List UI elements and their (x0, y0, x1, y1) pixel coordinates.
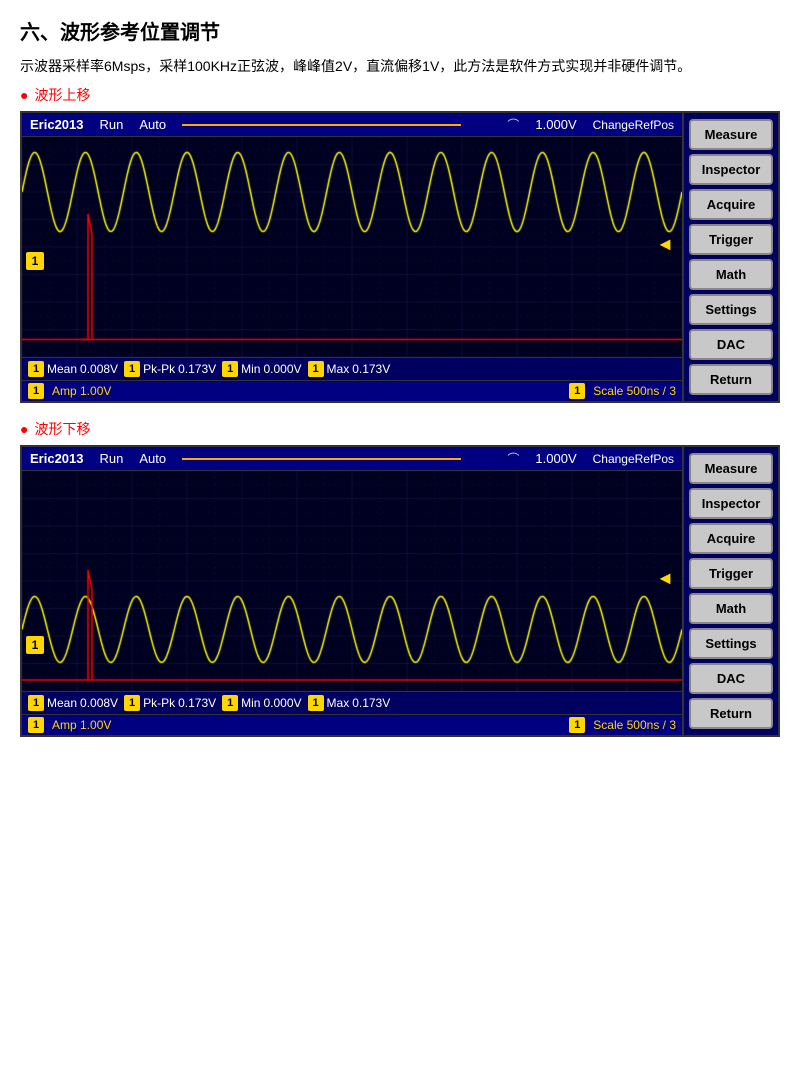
oscilloscope-1: Eric2013 Run Auto ⌒ 1.000V ChangeRefPos … (20, 111, 780, 403)
osc2-btn-return[interactable]: Return (689, 698, 773, 729)
osc2-btn-inspector[interactable]: Inspector (689, 488, 773, 519)
osc2-trigger-symbol: ⌒ (507, 450, 519, 467)
osc1-screen: 1 ◄ (22, 137, 682, 357)
osc1-footer: 1 Amp 1.00V 1 Scale 500ns / 3 (22, 380, 682, 401)
osc2-footer: 1 Amp 1.00V 1 Scale 500ns / 3 (22, 714, 682, 735)
osc2-left: Eric2013 Run Auto ⌒ 1.000V ChangeRefPos … (22, 447, 682, 735)
osc2-stat-pkpk: 1 Pk-Pk 0.173V (124, 695, 216, 711)
osc2-btn-dac[interactable]: DAC (689, 663, 773, 694)
osc1-arrow-right: ◄ (656, 234, 674, 255)
osc1-left: Eric2013 Run Auto ⌒ 1.000V ChangeRefPos … (22, 113, 682, 401)
osc2-header: Eric2013 Run Auto ⌒ 1.000V ChangeRefPos (22, 447, 682, 471)
osc1-stat-mean: 1 Mean 0.008V (28, 361, 118, 377)
page-description: 示波器采样率6Msps，采样100KHz正弦波，峰峰值2V，直流偏移1V，此方法… (20, 55, 780, 77)
osc1-trigger-arrow (182, 119, 491, 131)
osc2-screen: 1 ◄ (22, 471, 682, 691)
osc2-trigger-bar (182, 458, 461, 460)
osc2-stat-min: 1 Min 0.000V (222, 695, 301, 711)
osc2-trigger-arrow (182, 453, 491, 465)
section-label-1: 波形上移 (20, 85, 780, 105)
osc2-footer-right: Scale 500ns / 3 (593, 718, 676, 732)
osc1-run: Run (100, 117, 124, 132)
osc2-channel-marker: 1 (26, 636, 44, 654)
osc2-footer-left: Amp 1.00V (52, 718, 111, 732)
osc2-buttons: Measure Inspector Acquire Trigger Math S… (682, 447, 778, 735)
osc2-run: Run (100, 451, 124, 466)
osc2-arrow-right: ◄ (656, 568, 674, 589)
section-label-2: 波形下移 (20, 419, 780, 439)
osc1-btn-settings[interactable]: Settings (689, 294, 773, 325)
osc2-auto: Auto (139, 451, 166, 466)
osc2-btn-measure[interactable]: Measure (689, 453, 773, 484)
osc1-btn-measure[interactable]: Measure (689, 119, 773, 150)
osc1-stats-bar: 1 Mean 0.008V 1 Pk-Pk 0.173V 1 Min 0.000… (22, 357, 682, 380)
osc1-auto: Auto (139, 117, 166, 132)
osc1-trigger-symbol: ⌒ (507, 116, 519, 133)
osc1-stat-min: 1 Min 0.000V (222, 361, 301, 377)
osc1-btn-math[interactable]: Math (689, 259, 773, 290)
osc2-stats-bar: 1 Mean 0.008V 1 Pk-Pk 0.173V 1 Min 0.000… (22, 691, 682, 714)
osc1-btn-trigger[interactable]: Trigger (689, 224, 773, 255)
osc1-footer-left: Amp 1.00V (52, 384, 111, 398)
osc1-btn-return[interactable]: Return (689, 364, 773, 395)
osc2-btn-settings[interactable]: Settings (689, 628, 773, 659)
osc2-voltage: 1.000V (535, 451, 576, 466)
osc2-stat-max: 1 Max 0.173V (308, 695, 391, 711)
osc2-btn-trigger[interactable]: Trigger (689, 558, 773, 589)
osc1-canvas (22, 137, 682, 357)
osc1-btn-inspector[interactable]: Inspector (689, 154, 773, 185)
osc2-title: Eric2013 (30, 451, 84, 466)
osc2-btn-math[interactable]: Math (689, 593, 773, 624)
osc1-voltage: 1.000V (535, 117, 576, 132)
osc2-stat-mean: 1 Mean 0.008V (28, 695, 118, 711)
osc1-stat-pkpk: 1 Pk-Pk 0.173V (124, 361, 216, 377)
osc1-trigger-bar (182, 124, 461, 126)
oscilloscope-2: Eric2013 Run Auto ⌒ 1.000V ChangeRefPos … (20, 445, 780, 737)
page-title: 六、波形参考位置调节 (20, 16, 780, 45)
osc1-header: Eric2013 Run Auto ⌒ 1.000V ChangeRefPos (22, 113, 682, 137)
osc2-canvas (22, 471, 682, 691)
osc1-change-ref: ChangeRefPos (593, 118, 674, 132)
osc1-stat-max: 1 Max 0.173V (308, 361, 391, 377)
osc1-btn-dac[interactable]: DAC (689, 329, 773, 360)
osc1-btn-acquire[interactable]: Acquire (689, 189, 773, 220)
osc1-channel-marker: 1 (26, 252, 44, 270)
osc1-title: Eric2013 (30, 117, 84, 132)
osc1-buttons: Measure Inspector Acquire Trigger Math S… (682, 113, 778, 401)
osc2-change-ref: ChangeRefPos (593, 452, 674, 466)
osc2-btn-acquire[interactable]: Acquire (689, 523, 773, 554)
osc1-footer-right: Scale 500ns / 3 (593, 384, 676, 398)
